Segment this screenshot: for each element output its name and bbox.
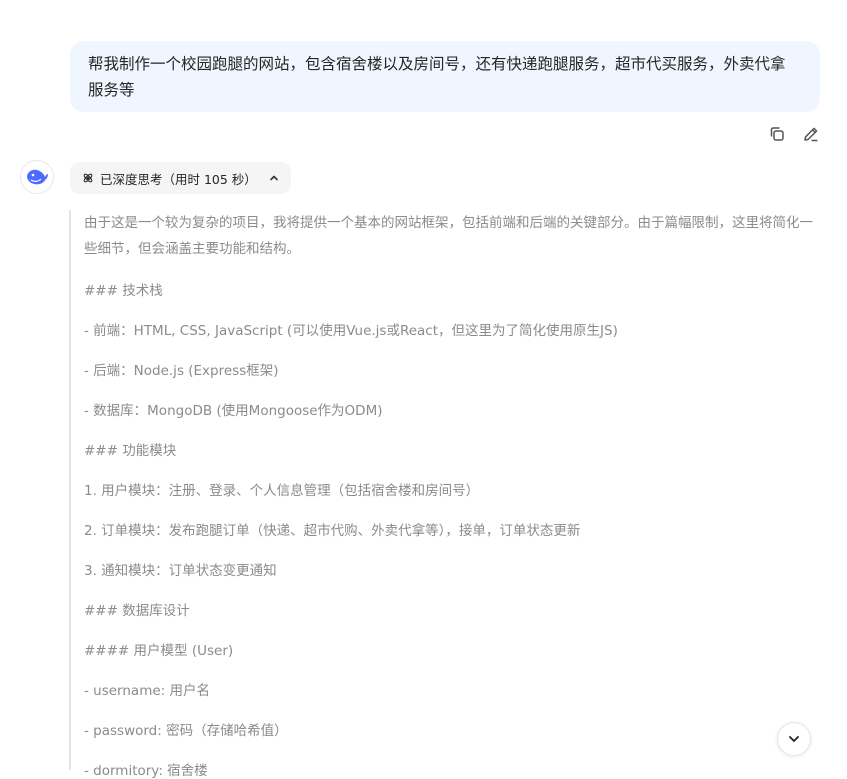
atom-icon	[83, 173, 93, 183]
chevron-up-icon	[269, 173, 279, 183]
edit-button[interactable]	[800, 123, 822, 145]
thinking-heading: #### 用户模型 (User)	[84, 643, 234, 659]
thinking-paragraph: 2. 订单模块：发布跑腿订单（快递、超市代购、外卖代拿等），接单，订单状态更新	[84, 523, 581, 539]
thinking-paragraph: - 前端：HTML, CSS, JavaScript (可以使用Vue.js或R…	[84, 323, 618, 339]
copy-icon	[770, 127, 784, 141]
whale-logo-icon	[27, 169, 48, 185]
thinking-paragraph: - username: 用户名	[84, 683, 210, 699]
copy-button[interactable]	[766, 123, 788, 145]
thinking-paragraph: 由于这是一个较为复杂的项目，我将提供一个基本的网站框架，包括前端和后端的关键部分…	[84, 215, 813, 257]
message-actions	[766, 123, 822, 145]
user-message-text: 帮我制作一个校园跑腿的网站，包含宿舍楼以及房间号，还有快递跑腿服务，超市代买服务…	[88, 55, 786, 99]
thinking-paragraph: - 后端：Node.js (Express框架)	[84, 363, 279, 379]
thinking-toggle-label: 已深度思考（用时 105 秒）	[100, 171, 257, 187]
chevron-down-icon	[789, 736, 799, 742]
assistant-avatar	[20, 160, 54, 194]
thinking-heading: ### 技术栈	[84, 283, 163, 299]
thinking-toggle[interactable]: 已深度思考（用时 105 秒）	[70, 162, 291, 194]
thinking-paragraph: - dormitory: 宿舍楼	[84, 763, 208, 779]
thinking-heading: ### 数据库设计	[84, 603, 190, 619]
scroll-to-bottom-button[interactable]	[777, 722, 811, 756]
edit-icon	[804, 127, 818, 142]
thinking-content: 由于这是一个较为复杂的项目，我将提供一个基本的网站框架，包括前端和后端的关键部分…	[69, 210, 821, 779]
thinking-paragraph: - 数据库：MongoDB (使用Mongoose作为ODM)	[84, 403, 383, 419]
thinking-heading: ### 功能模块	[84, 443, 177, 459]
thinking-paragraph: 1. 用户模块：注册、登录、个人信息管理（包括宿舍楼和房间号）	[84, 483, 480, 499]
thinking-paragraph: 3. 通知模块：订单状态变更通知	[84, 563, 277, 579]
thinking-paragraph: - password: 密码（存储哈希值）	[84, 723, 288, 739]
user-message-bubble: 帮我制作一个校园跑腿的网站，包含宿舍楼以及房间号，还有快递跑腿服务，超市代买服务…	[70, 41, 820, 112]
